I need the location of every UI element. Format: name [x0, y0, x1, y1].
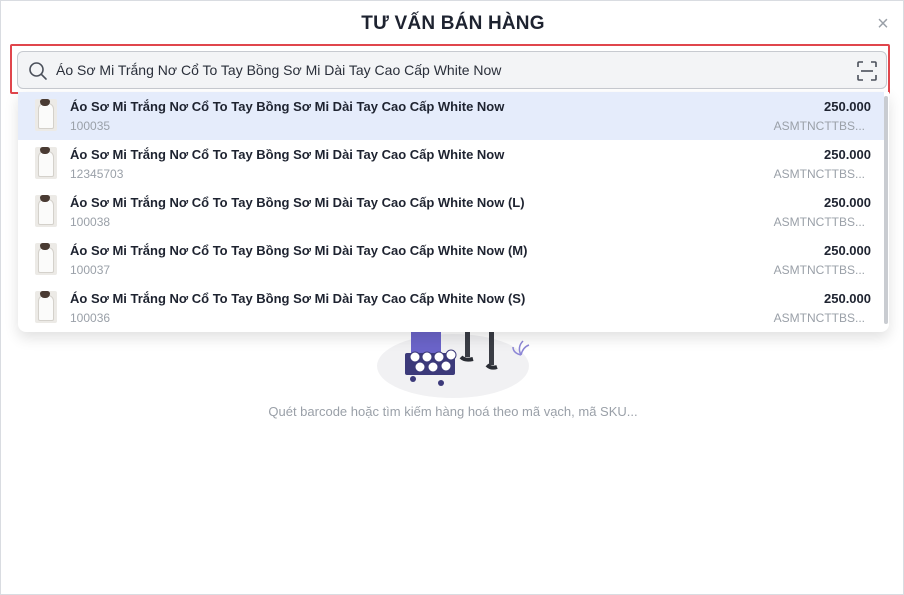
result-row[interactable]: Áo Sơ Mi Trắng Nơ Cổ To Tay Bồng Sơ Mi D…	[18, 140, 884, 188]
product-code: 100038	[70, 215, 111, 229]
product-name: Áo Sơ Mi Trắng Nơ Cổ To Tay Bồng Sơ Mi D…	[70, 195, 525, 210]
product-code: 12345703	[70, 167, 124, 181]
empty-state-text: Quét barcode hoặc tìm kiếm hàng hoá theo…	[268, 404, 638, 419]
search-icon	[29, 62, 47, 80]
product-code: 100036	[70, 311, 111, 325]
product-price: 250.000	[824, 195, 871, 210]
search-results-dropdown: Áo Sơ Mi Trắng Nơ Cổ To Tay Bồng Sơ Mi D…	[18, 92, 889, 332]
product-code: 100035	[70, 119, 111, 133]
empty-state-illustration	[377, 331, 530, 398]
product-sku: ASMTNCTTBS...	[773, 311, 865, 325]
product-thumbnail	[35, 195, 57, 227]
product-sku: ASMTNCTTBS...	[773, 119, 865, 133]
product-thumbnail	[35, 147, 57, 179]
result-row[interactable]: Áo Sơ Mi Trắng Nơ Cổ To Tay Bồng Sơ Mi D…	[18, 236, 884, 284]
product-price: 250.000	[824, 291, 871, 306]
product-price: 250.000	[824, 243, 871, 258]
product-sku: ASMTNCTTBS...	[773, 167, 865, 181]
product-sku: ASMTNCTTBS...	[773, 263, 865, 277]
product-name: Áo Sơ Mi Trắng Nơ Cổ To Tay Bồng Sơ Mi D…	[70, 243, 528, 258]
product-name: Áo Sơ Mi Trắng Nơ Cổ To Tay Bồng Sơ Mi D…	[70, 99, 505, 114]
product-thumbnail	[35, 291, 57, 323]
search-input[interactable]	[56, 52, 836, 88]
product-name: Áo Sơ Mi Trắng Nơ Cổ To Tay Bồng Sơ Mi D…	[70, 147, 505, 162]
product-name: Áo Sơ Mi Trắng Nơ Cổ To Tay Bồng Sơ Mi D…	[70, 291, 526, 306]
product-sku: ASMTNCTTBS...	[773, 215, 865, 229]
barcode-scan-icon[interactable]	[856, 60, 878, 82]
result-row[interactable]: Áo Sơ Mi Trắng Nơ Cổ To Tay Bồng Sơ Mi D…	[18, 284, 884, 332]
close-icon[interactable]: ×	[875, 14, 891, 34]
result-row[interactable]: Áo Sơ Mi Trắng Nơ Cổ To Tay Bồng Sơ Mi D…	[18, 92, 884, 140]
modal-title: TƯ VẤN BÁN HÀNG	[361, 13, 545, 34]
product-price: 250.000	[824, 147, 871, 162]
product-code: 100037	[70, 263, 111, 277]
sales-consult-modal: TƯ VẤN BÁN HÀNG × Quét barcode hoặc tìm …	[0, 0, 904, 595]
search-box[interactable]	[17, 51, 887, 89]
product-price: 250.000	[824, 99, 871, 114]
dropdown-scrollbar[interactable]	[884, 96, 888, 324]
result-row[interactable]: Áo Sơ Mi Trắng Nơ Cổ To Tay Bồng Sơ Mi D…	[18, 188, 884, 236]
product-thumbnail	[35, 99, 57, 131]
product-thumbnail	[35, 243, 57, 275]
